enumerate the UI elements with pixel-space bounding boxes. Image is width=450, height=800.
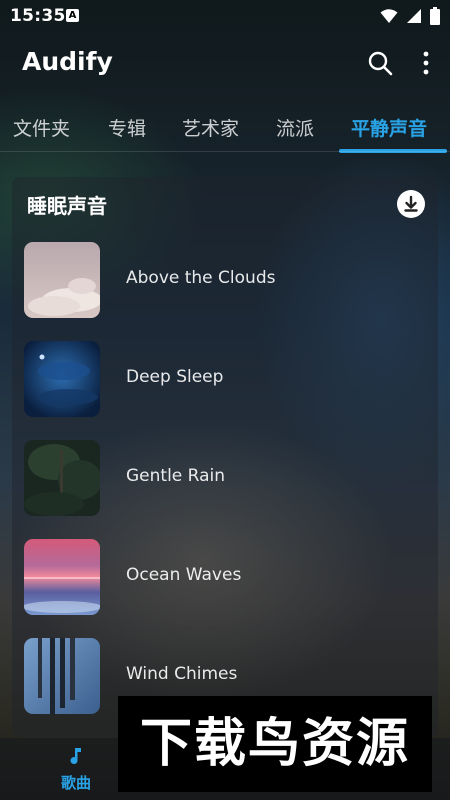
track-title: Gentle Rain <box>126 466 226 486</box>
tab-folders[interactable]: 文件夹 <box>13 114 70 141</box>
tab-artists[interactable]: 艺术家 <box>182 114 239 141</box>
thumbnail-image <box>24 638 100 714</box>
thumbnail-image <box>24 539 100 615</box>
tab-genres[interactable]: 流派 <box>276 114 314 141</box>
status-bar: 15:35 A <box>0 0 450 32</box>
more-vertical-icon <box>423 51 429 75</box>
tabs-divider <box>0 151 450 152</box>
tab-calm-sounds[interactable]: 平静声音 <box>351 114 427 141</box>
nav-songs[interactable]: 歌曲 <box>54 746 98 793</box>
music-note-icon <box>70 748 81 765</box>
search-button[interactable] <box>365 48 397 80</box>
battery-icon <box>430 7 440 25</box>
watermark-text: 下载鸟资源 <box>139 714 410 774</box>
track-title: Above the Clouds <box>126 268 276 288</box>
track-row[interactable]: Deep Sleep <box>24 341 424 417</box>
category-tabs: 文件夹 专辑 艺术家 流派 平静声音 <box>0 106 450 153</box>
section-title: 睡眠声音 <box>27 194 107 218</box>
download-button[interactable] <box>397 190 425 218</box>
status-icons <box>380 7 440 25</box>
search-icon <box>368 51 393 76</box>
track-title: Wind Chimes <box>126 664 238 684</box>
cell-signal-icon <box>407 9 421 23</box>
sleep-sounds-card: 睡眠声音 Above the Clouds Deep Sleep Gentle … <box>12 177 438 737</box>
notification-badge: A <box>66 9 79 22</box>
status-time: 15:35 <box>10 6 66 26</box>
track-title: Ocean Waves <box>126 565 242 585</box>
track-row[interactable]: Gentle Rain <box>24 440 424 516</box>
nav-songs-label: 歌曲 <box>60 774 91 792</box>
thumbnail-image <box>24 440 100 516</box>
thumbnail-image <box>24 341 100 417</box>
track-title: Deep Sleep <box>126 367 224 387</box>
track-row[interactable]: Ocean Waves <box>24 539 424 615</box>
thumbnail-image <box>24 242 100 318</box>
wifi-icon <box>380 9 398 23</box>
track-row[interactable]: Above the Clouds <box>24 242 424 318</box>
download-icon <box>404 195 418 212</box>
tab-albums[interactable]: 专辑 <box>108 114 146 141</box>
more-options-button[interactable] <box>414 48 438 80</box>
app-title: Audify <box>22 47 113 76</box>
watermark: 下载鸟资源 <box>118 696 432 792</box>
